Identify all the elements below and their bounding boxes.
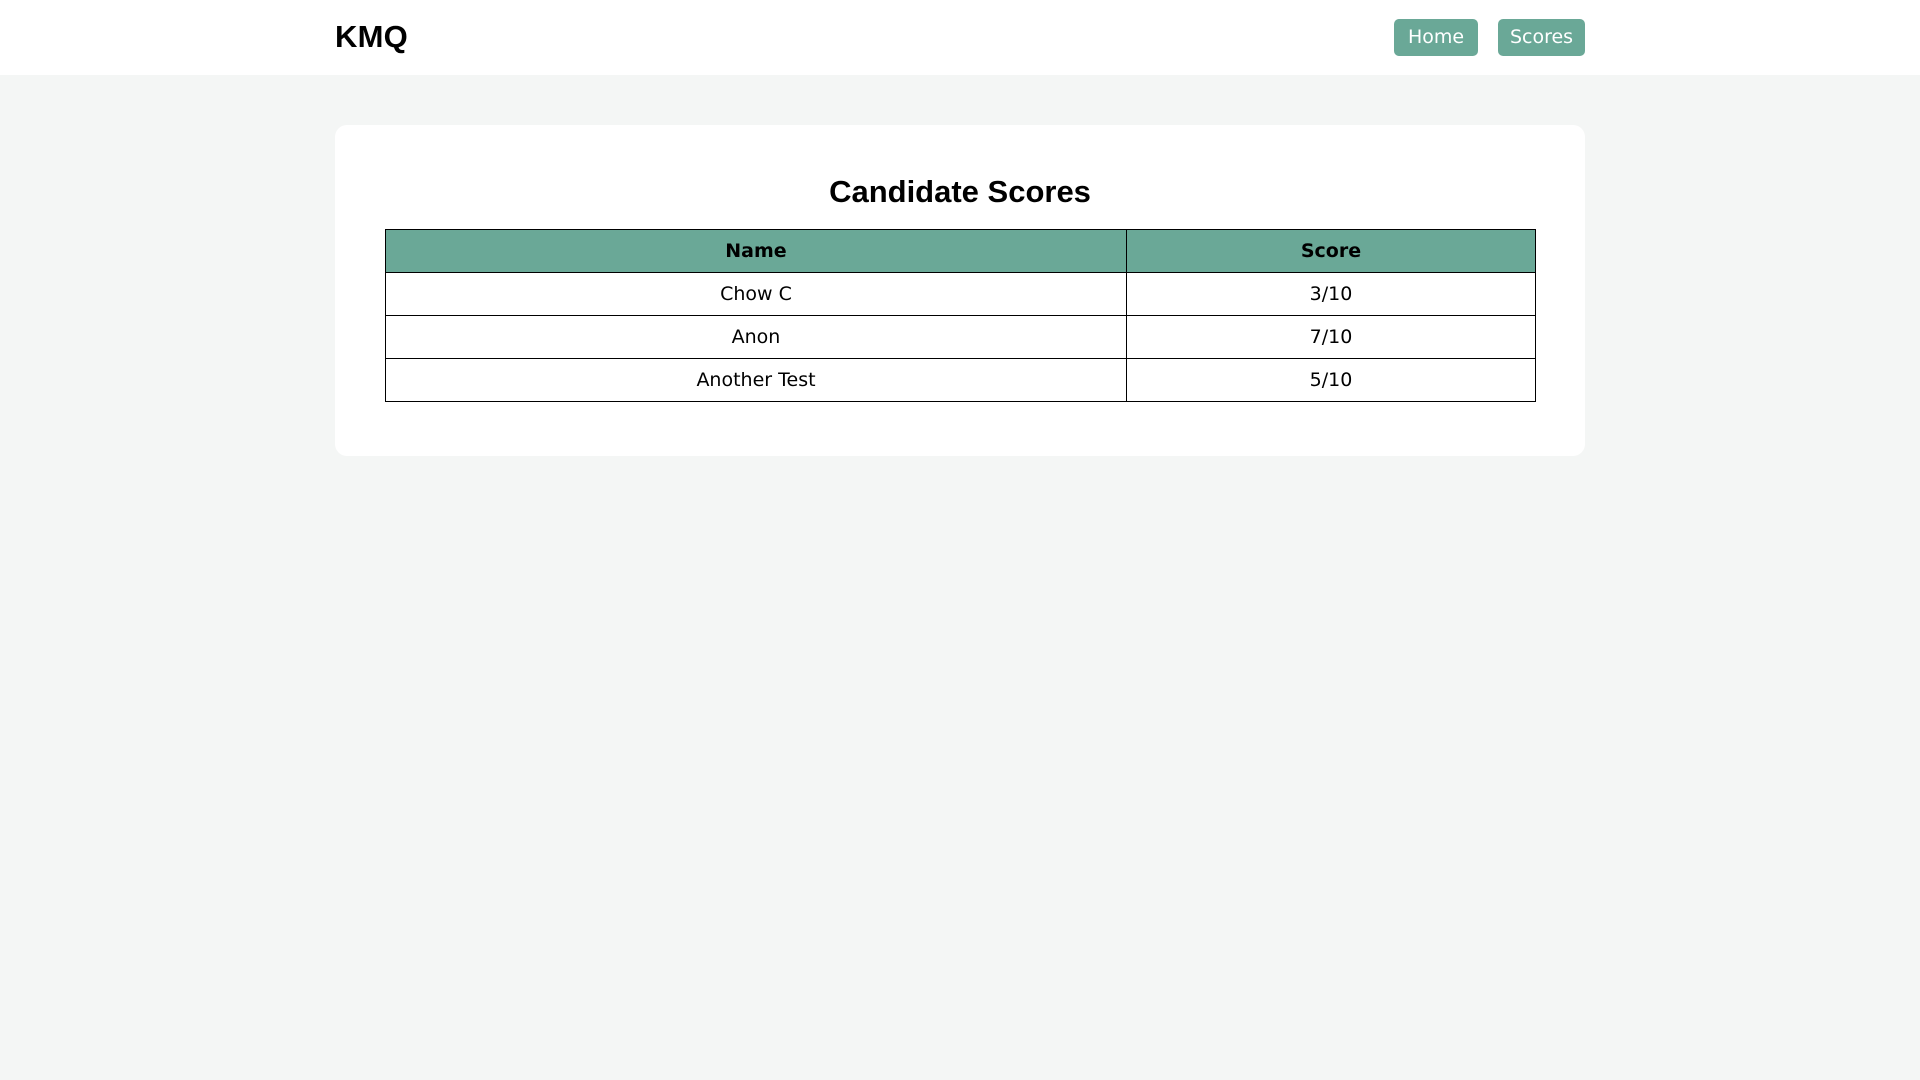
- column-header-score: Score: [1126, 229, 1536, 273]
- table-body: Chow C 3/10 Anon 7/10 Another Test 5/10: [385, 272, 1536, 402]
- cell-candidate-name: Anon: [385, 315, 1127, 359]
- table-row: Anon 7/10: [385, 315, 1536, 359]
- scores-table: Name Score Chow C 3/10 Anon 7/10 Another…: [385, 229, 1536, 402]
- table-header-row: Name Score: [385, 229, 1536, 273]
- cell-candidate-name: Another Test: [385, 358, 1127, 402]
- brand-logo[interactable]: KMQ: [335, 19, 408, 55]
- table-row: Chow C 3/10: [385, 272, 1536, 316]
- table-header: Name Score: [385, 229, 1536, 273]
- nav-scores-button[interactable]: Scores: [1498, 19, 1585, 56]
- column-header-name: Name: [385, 229, 1127, 273]
- table-row: Another Test 5/10: [385, 358, 1536, 402]
- cell-candidate-name: Chow C: [385, 272, 1127, 316]
- cell-candidate-score: 5/10: [1126, 358, 1536, 402]
- scores-card: Candidate Scores Name Score Chow C 3/10 …: [335, 125, 1585, 456]
- top-navigation-bar: KMQ Home Scores: [0, 0, 1920, 75]
- nav-home-button[interactable]: Home: [1394, 19, 1478, 56]
- cell-candidate-score: 7/10: [1126, 315, 1536, 359]
- page-title: Candidate Scores: [829, 174, 1091, 209]
- cell-candidate-score: 3/10: [1126, 272, 1536, 316]
